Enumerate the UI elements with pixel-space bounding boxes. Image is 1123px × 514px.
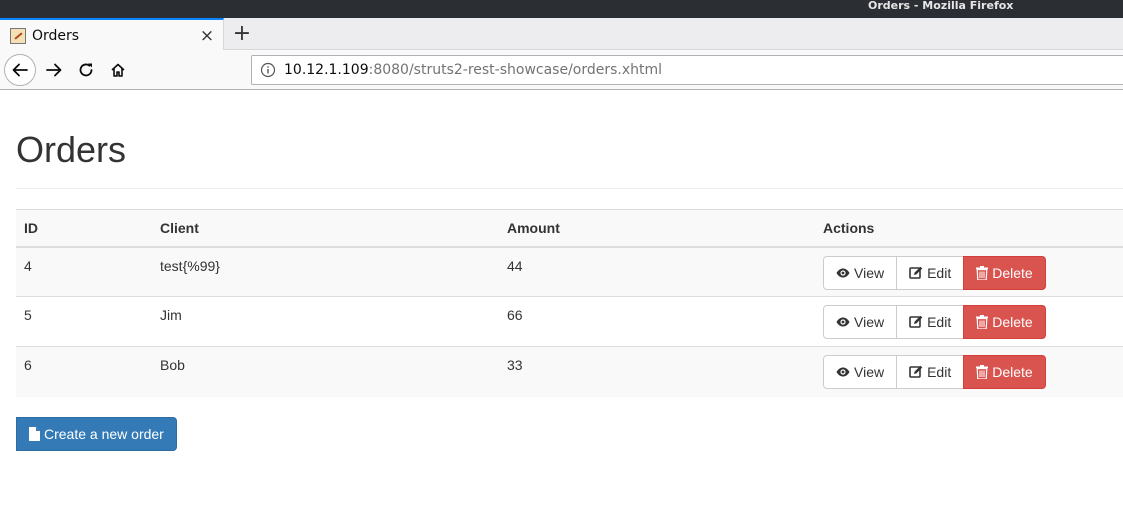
os-title-bar: Orders - Mozilla Firefox bbox=[0, 0, 1123, 18]
trash-icon bbox=[976, 265, 989, 280]
back-arrow-icon bbox=[12, 63, 28, 77]
edit-icon bbox=[909, 266, 923, 279]
view-label: View bbox=[854, 314, 885, 330]
table-header-row: ID Client Amount Actions bbox=[16, 209, 1123, 248]
row-action-group: View Edit Delete bbox=[823, 255, 1046, 290]
cell-id: 4 bbox=[16, 246, 152, 297]
cell-client: Bob bbox=[152, 346, 499, 397]
page-title: Orders bbox=[16, 129, 127, 170]
edit-icon bbox=[909, 315, 923, 328]
delete-label: Delete bbox=[992, 364, 1033, 380]
page-content: Orders ID Client Amount Actions 4 test{%… bbox=[0, 130, 1123, 451]
edit-button[interactable]: Edit bbox=[896, 355, 965, 389]
row-action-group: View Edit Delete bbox=[823, 305, 1046, 339]
window-title: Orders - Mozilla Firefox bbox=[868, 0, 1014, 12]
forward-arrow-icon bbox=[46, 63, 62, 77]
url-bar[interactable]: 10.12.1.109:8080/struts2-rest-showcase/o… bbox=[251, 55, 1123, 85]
cell-amount: 33 bbox=[499, 346, 815, 397]
eye-icon bbox=[836, 268, 850, 277]
favicon-icon bbox=[10, 27, 26, 44]
eye-icon bbox=[836, 367, 850, 377]
edit-icon bbox=[909, 365, 923, 378]
tab-close-icon[interactable]: × bbox=[195, 26, 219, 46]
view-button[interactable]: View bbox=[823, 255, 898, 290]
forward-button[interactable] bbox=[38, 54, 70, 86]
tab-title: Orders bbox=[32, 27, 80, 44]
table-row: 5 Jim 66 View Edit Delete bbox=[16, 296, 1123, 347]
view-button[interactable]: View bbox=[823, 305, 898, 339]
eye-icon bbox=[836, 317, 850, 327]
trash-icon bbox=[976, 315, 989, 329]
page-header: Orders bbox=[16, 130, 1123, 189]
edit-label: Edit bbox=[927, 364, 952, 380]
file-icon bbox=[29, 426, 40, 441]
header-actions: Actions bbox=[815, 209, 1123, 248]
create-order-button[interactable]: Create a new order bbox=[16, 416, 177, 451]
table-row: 4 test{%99} 44 View Edit Delete bbox=[16, 246, 1123, 297]
url-host: 10.12.1.109 bbox=[284, 62, 369, 78]
edit-label: Edit bbox=[927, 264, 952, 281]
cell-id: 5 bbox=[16, 296, 152, 347]
tab-orders[interactable]: Orders × bbox=[0, 18, 224, 51]
cell-amount: 44 bbox=[499, 246, 815, 297]
orders-table-body: 4 test{%99} 44 View Edit Delete 5 Jim 66… bbox=[16, 246, 1123, 397]
delete-button[interactable]: Delete bbox=[963, 255, 1046, 290]
cell-client: Jim bbox=[152, 296, 499, 347]
view-button[interactable]: View bbox=[823, 355, 898, 389]
delete-label: Delete bbox=[992, 264, 1033, 281]
cell-amount: 66 bbox=[499, 296, 815, 347]
new-tab-button[interactable]: + bbox=[230, 20, 254, 48]
edit-button[interactable]: Edit bbox=[896, 305, 965, 339]
delete-button[interactable]: Delete bbox=[963, 355, 1046, 389]
header-id: ID bbox=[16, 209, 152, 248]
row-action-group: View Edit Delete bbox=[823, 355, 1046, 389]
cell-client: test{%99} bbox=[152, 246, 499, 297]
cell-id: 6 bbox=[16, 346, 152, 397]
orders-table: ID Client Amount Actions 4 test{%99} 44 … bbox=[16, 209, 1123, 397]
url-path: :8080/struts2-rest-showcase/orders.xhtml bbox=[368, 62, 663, 78]
url-text: 10.12.1.109:8080/struts2-rest-showcase/o… bbox=[284, 62, 662, 78]
delete-button[interactable]: Delete bbox=[963, 305, 1046, 339]
trash-icon bbox=[976, 365, 989, 379]
edit-button[interactable]: Edit bbox=[896, 255, 965, 290]
delete-label: Delete bbox=[992, 314, 1033, 330]
navigation-bar: 10.12.1.109:8080/struts2-rest-showcase/o… bbox=[0, 50, 1123, 90]
cell-actions: View Edit Delete bbox=[815, 346, 1123, 397]
reload-icon bbox=[79, 63, 93, 77]
header-amount: Amount bbox=[499, 209, 815, 248]
header-client: Client bbox=[152, 209, 499, 248]
home-button[interactable] bbox=[102, 54, 134, 86]
view-label: View bbox=[854, 364, 885, 380]
view-label: View bbox=[854, 264, 885, 281]
edit-label: Edit bbox=[927, 314, 952, 330]
home-icon bbox=[111, 63, 125, 77]
cell-actions: View Edit Delete bbox=[815, 296, 1123, 347]
back-button[interactable] bbox=[4, 54, 36, 86]
tab-strip: Orders × + bbox=[0, 18, 1123, 51]
cell-actions: View Edit Delete bbox=[815, 246, 1123, 297]
create-order-label: Create a new order bbox=[44, 425, 164, 442]
reload-button[interactable] bbox=[70, 54, 102, 86]
info-icon[interactable] bbox=[260, 62, 276, 78]
table-row: 6 Bob 33 View Edit Delete bbox=[16, 346, 1123, 397]
